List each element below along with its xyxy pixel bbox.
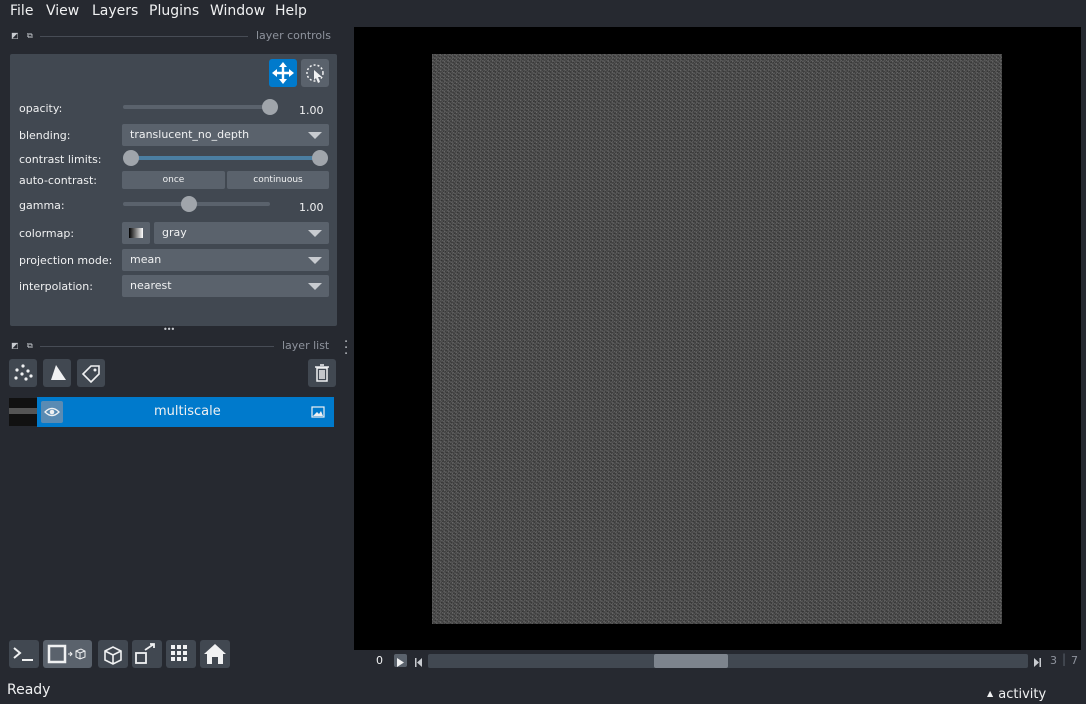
projection-mode-dropdown[interactable]: mean xyxy=(122,249,329,271)
auto-contrast-label: auto-contrast: xyxy=(19,174,98,187)
float-icon[interactable]: ◩ xyxy=(11,342,19,350)
layer-item-multiscale[interactable]: multiscale xyxy=(37,397,334,427)
dims-slice-a: 3 xyxy=(1050,654,1057,667)
new-shapes-button[interactable] xyxy=(43,359,71,387)
contrast-limits-label: contrast limits: xyxy=(19,153,102,166)
play-icon xyxy=(397,658,404,667)
auto-contrast-once-button[interactable]: once xyxy=(122,171,225,189)
projection-mode-label: projection mode: xyxy=(19,254,113,267)
colormap-gradient-swatch xyxy=(129,228,143,238)
interpolation-dropdown[interactable]: nearest xyxy=(122,275,329,297)
ndisplay-icon xyxy=(47,644,86,664)
shapes-icon xyxy=(51,365,66,380)
new-labels-button[interactable] xyxy=(77,359,105,387)
float-icon[interactable]: ◩ xyxy=(11,32,19,40)
new-points-button[interactable] xyxy=(9,359,37,387)
blending-dropdown[interactable]: translucent_no_depth xyxy=(122,124,329,146)
splitter-handle[interactable]: ••• xyxy=(163,325,175,334)
menu-layers[interactable]: Layers xyxy=(92,3,138,19)
header-divider xyxy=(40,346,274,347)
close-dock-icon[interactable]: ⧉ xyxy=(27,342,34,350)
delete-icon xyxy=(315,364,329,382)
grid-icon xyxy=(171,645,187,661)
menu-help[interactable]: Help xyxy=(275,3,307,19)
step-forward-button[interactable] xyxy=(1032,654,1043,667)
chevron-down-icon xyxy=(308,132,322,139)
transpose-dims-button[interactable] xyxy=(132,640,162,668)
contrast-min-handle[interactable] xyxy=(123,150,139,166)
colormap-value: gray xyxy=(162,226,187,239)
opacity-label: opacity: xyxy=(19,102,63,115)
image-layer-render xyxy=(432,54,1002,624)
dims-current-index[interactable]: 0 xyxy=(376,654,383,667)
layer-name[interactable]: multiscale xyxy=(154,404,221,419)
chevron-down-icon xyxy=(308,283,322,290)
play-button[interactable] xyxy=(394,654,407,667)
roll-dims-button[interactable] xyxy=(98,640,128,668)
layer-controls-title: layer controls xyxy=(256,29,331,42)
interpolation-label: interpolation: xyxy=(19,280,93,293)
gamma-label: gamma: xyxy=(19,199,65,212)
menu-view[interactable]: View xyxy=(46,3,79,19)
console-button[interactable] xyxy=(9,640,39,668)
projection-mode-value: mean xyxy=(130,253,162,266)
move-icon xyxy=(272,62,294,84)
colormap-dropdown[interactable]: gray xyxy=(154,222,329,244)
layer-list-title: layer list xyxy=(282,339,330,352)
menu-window[interactable]: Window xyxy=(210,3,265,19)
eye-icon xyxy=(44,407,60,417)
transform-icon xyxy=(306,64,324,83)
ndisplay-button[interactable] xyxy=(43,640,92,668)
roll-icon xyxy=(104,646,122,665)
interpolation-value: nearest xyxy=(130,279,172,292)
gamma-value: 1.00 xyxy=(299,201,324,214)
chevron-down-icon xyxy=(308,257,322,264)
dims-slider-thumb[interactable] xyxy=(654,654,729,668)
contrast-limits-slider[interactable] xyxy=(131,156,320,160)
opacity-slider[interactable] xyxy=(123,105,270,109)
menu-bar: File View Layers Plugins Window Help xyxy=(0,0,1086,24)
step-forward-icon xyxy=(1034,658,1041,667)
dims-slice-b: 7 xyxy=(1071,654,1078,667)
transpose-icon xyxy=(135,643,155,664)
points-icon xyxy=(14,364,33,381)
activity-toggle[interactable]: ▲ activity xyxy=(987,683,1047,702)
pan-zoom-button[interactable] xyxy=(269,59,297,87)
kebab-menu-icon[interactable]: · · · xyxy=(344,336,348,361)
thumbnail-noise xyxy=(9,408,37,414)
home-button[interactable] xyxy=(200,640,230,668)
opacity-slider-handle[interactable] xyxy=(262,99,278,115)
step-back-icon xyxy=(415,658,422,667)
caret-up-icon: ▲ xyxy=(987,689,994,698)
grid-view-button[interactable] xyxy=(166,640,196,668)
blending-label: blending: xyxy=(19,129,71,142)
auto-contrast-continuous-button[interactable]: continuous xyxy=(227,171,329,189)
chevron-down-icon xyxy=(308,230,322,237)
labels-icon xyxy=(81,365,100,384)
visibility-toggle[interactable] xyxy=(41,401,63,423)
step-back-button[interactable] xyxy=(413,654,424,667)
colormap-preview-button[interactable] xyxy=(122,222,150,244)
status-text: Ready xyxy=(7,682,51,698)
menu-file[interactable]: File xyxy=(10,3,33,19)
dims-separator: | xyxy=(1062,652,1067,666)
delete-layer-button[interactable] xyxy=(308,359,336,387)
activity-label: activity xyxy=(998,687,1047,702)
menu-plugins[interactable]: Plugins xyxy=(149,3,199,19)
blending-value: translucent_no_depth xyxy=(130,128,250,141)
console-icon xyxy=(13,647,33,661)
layer-thumbnail xyxy=(9,398,37,426)
header-divider xyxy=(40,36,248,37)
contrast-max-handle[interactable] xyxy=(312,150,328,166)
transform-button[interactable] xyxy=(301,59,329,87)
home-icon xyxy=(204,644,226,664)
colormap-label: colormap: xyxy=(19,227,75,240)
opacity-value: 1.00 xyxy=(299,104,324,117)
close-dock-icon[interactable]: ⧉ xyxy=(27,32,34,40)
image-icon xyxy=(311,406,325,418)
